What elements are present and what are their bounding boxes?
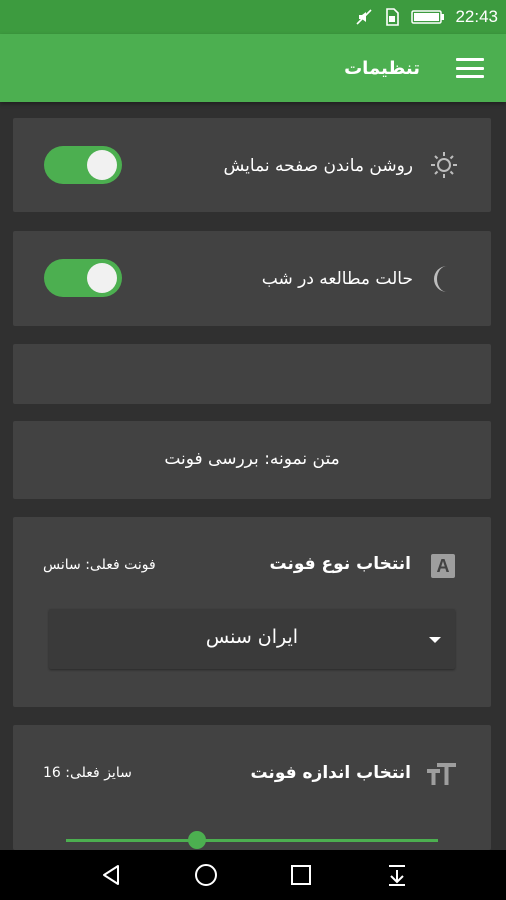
font-type-title: انتخاب نوع فونت <box>269 554 411 574</box>
toggle-knob <box>87 150 117 180</box>
keep-screen-on-toggle[interactable] <box>44 146 122 184</box>
home-icon[interactable] <box>193 862 219 888</box>
status-bar: 22:43 <box>0 0 506 34</box>
menu-icon[interactable] <box>456 58 484 78</box>
font-size-current: سایز فعلی: 16 <box>43 765 132 781</box>
keep-screen-on-label: روشن ماندن صفحه نمایش <box>223 156 413 176</box>
font-size-slider[interactable] <box>66 831 438 851</box>
font-type-card: A انتخاب نوع فونت فونت فعلی: سانس ایران … <box>13 517 491 707</box>
sample-text: متن نمونه: بررسی فونت <box>164 449 340 469</box>
night-mode-label: حالت مطالعه در شب <box>261 269 413 289</box>
moon-icon <box>431 264 455 294</box>
night-mode-card: حالت مطالعه در شب <box>13 231 491 326</box>
text-size-icon <box>427 761 457 787</box>
mute-icon <box>355 8 373 26</box>
sim-icon <box>383 8 401 26</box>
font-size-title: انتخاب اندازه فونت <box>250 763 411 783</box>
night-mode-toggle[interactable] <box>44 259 122 297</box>
chevron-down-icon <box>429 637 441 643</box>
font-type-icon: A <box>431 554 455 578</box>
hide-nav-icon[interactable] <box>384 862 410 888</box>
font-select[interactable]: ایران سنس <box>49 609 455 669</box>
font-type-current: فونت فعلی: سانس <box>43 557 156 573</box>
sample-text-card: متن نمونه: بررسی فونت <box>13 421 491 499</box>
navigation-bar <box>0 850 506 900</box>
slider-thumb[interactable] <box>188 831 206 849</box>
slider-track <box>66 839 438 842</box>
brightness-icon <box>429 150 459 180</box>
toggle-knob <box>87 263 117 293</box>
back-icon[interactable] <box>98 862 124 888</box>
keep-screen-on-card: روشن ماندن صفحه نمایش <box>13 118 491 212</box>
battery-icon <box>411 8 445 26</box>
recents-icon[interactable] <box>288 862 314 888</box>
font-select-value: ایران سنس <box>205 626 299 648</box>
status-time: 22:43 <box>455 7 498 26</box>
page-title: تنظیمات <box>344 57 420 79</box>
empty-card <box>13 344 491 404</box>
app-bar: تنظیمات <box>0 34 506 102</box>
